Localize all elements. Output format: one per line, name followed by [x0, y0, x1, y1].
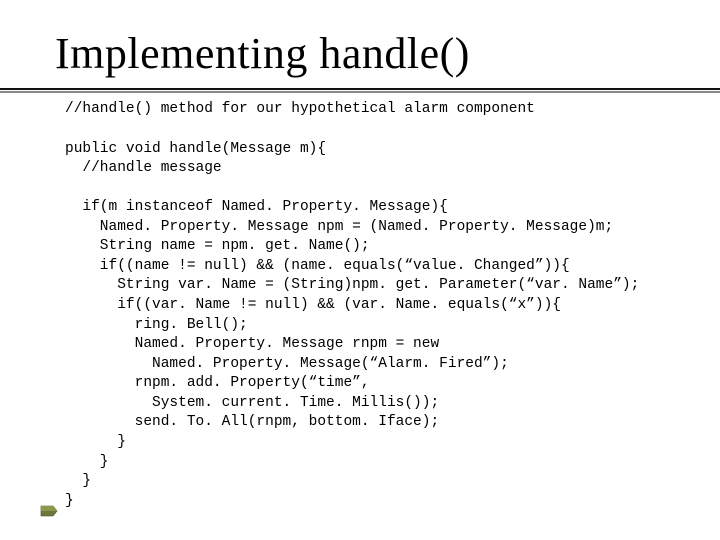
- title-underline-shadow: [0, 91, 720, 93]
- footer-bullet-icon: [40, 505, 58, 517]
- code-block: //handle() method for our hypothetical a…: [65, 100, 680, 511]
- slide-title: Implementing handle(): [55, 30, 680, 78]
- title-underline: [0, 88, 720, 90]
- slide: Implementing handle() //handle() method …: [0, 0, 720, 540]
